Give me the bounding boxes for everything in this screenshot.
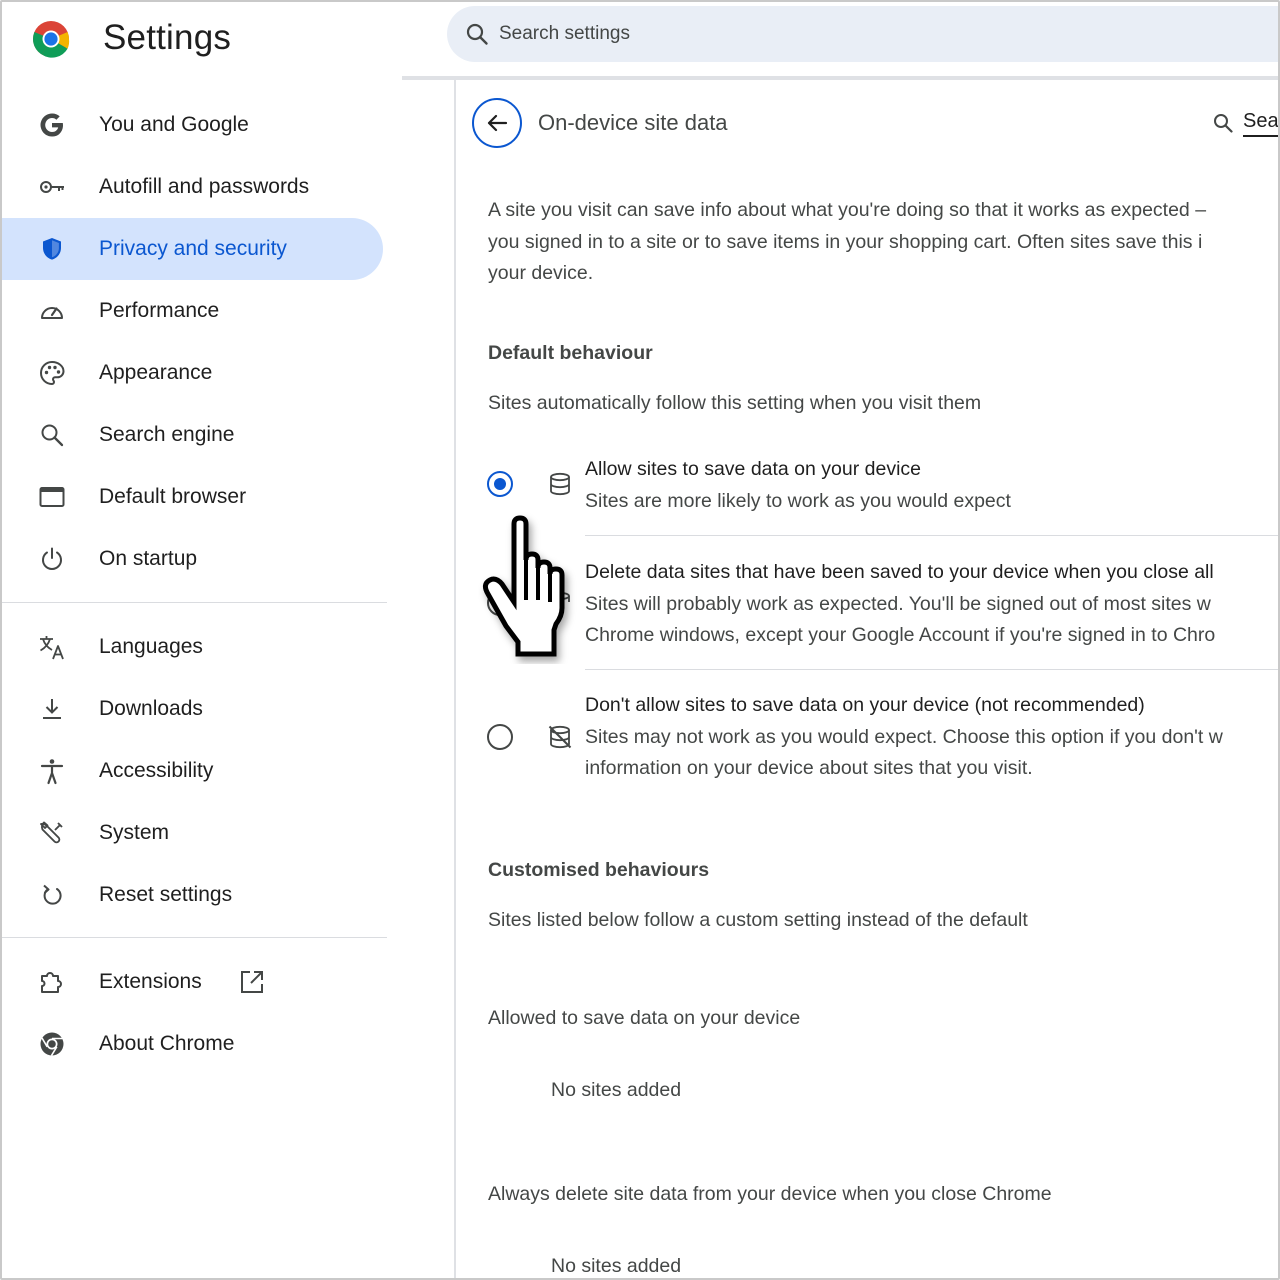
- key-icon: [40, 181, 64, 193]
- sidebar-item-label: About Chrome: [99, 1032, 235, 1055]
- hand-pointer-cursor: [482, 515, 565, 657]
- customised-behaviours-heading: Customised behaviours: [488, 859, 710, 881]
- sidebar-item-label: System: [99, 821, 170, 844]
- sidebar-item-extensions[interactable]: Extensions: [2, 951, 383, 1013]
- sidebar-item-downloads[interactable]: Downloads: [2, 678, 383, 740]
- page-title: On-device site data: [538, 110, 728, 135]
- sidebar-item-label: Autofill and passwords: [99, 175, 310, 198]
- description-line: your device.: [488, 262, 594, 284]
- allowed-empty-state: No sites added: [551, 1079, 682, 1101]
- arrow-back-icon: [487, 114, 508, 132]
- sidebar-item-you-and-google[interactable]: You and Google: [2, 94, 383, 156]
- sidebar-item-on-startup[interactable]: On startup: [2, 528, 383, 590]
- always-delete-empty-state: No sites added: [551, 1255, 682, 1277]
- option-title: Allow sites to save data on your device: [585, 458, 922, 480]
- sidebar-item-languages[interactable]: Languages: [2, 616, 383, 678]
- accessibility-icon: [40, 759, 64, 785]
- sidebar-item-performance[interactable]: Performance: [2, 280, 383, 342]
- sidebar-item-appearance[interactable]: Appearance: [2, 342, 383, 404]
- content-top-shadow: [402, 76, 1280, 80]
- sidebar-item-label: Appearance: [99, 361, 213, 384]
- option-title: Don't allow sites to save data on your d…: [585, 694, 1145, 716]
- option-description: Sites may not work as you would expect. …: [585, 725, 1223, 748]
- puzzle-icon: [41, 972, 62, 993]
- sidebar-item-label: Search engine: [99, 423, 235, 446]
- sidebar-item-search-engine[interactable]: Search engine: [2, 404, 383, 466]
- description-line: A site you visit can save info about wha…: [488, 199, 1207, 221]
- open-in-new-icon[interactable]: [238, 968, 266, 996]
- option-description: Sites will probably work as expected. Yo…: [585, 592, 1211, 615]
- chrome-icon: [40, 1032, 64, 1056]
- customised-behaviours-subtitle: Sites listed below follow a custom setti…: [488, 909, 1028, 931]
- wrench-icon: [40, 821, 63, 844]
- option-separator: [585, 669, 1280, 670]
- page-description: A site you visit can save info about wha…: [488, 195, 1280, 290]
- sidebar-item-label: Privacy and security: [99, 237, 287, 260]
- app-title: Settings: [103, 18, 232, 57]
- radio-block[interactable]: [487, 724, 513, 750]
- page-search-label[interactable]: Sea: [1243, 110, 1280, 136]
- translate-icon: [40, 636, 64, 660]
- allowed-section-title: Allowed to save data on your device: [488, 1007, 801, 1029]
- sidebar-item-accessibility[interactable]: Accessibility: [2, 740, 383, 802]
- sidebar-item-about-chrome[interactable]: About Chrome: [2, 1013, 383, 1075]
- back-button[interactable]: [472, 98, 522, 148]
- sidebar-divider: [2, 937, 387, 938]
- download-icon: [43, 699, 61, 719]
- option-separator: [585, 535, 1280, 536]
- option-description: Chrome windows, except your Google Accou…: [585, 624, 1216, 646]
- search-icon: [466, 23, 488, 45]
- shield-icon: [43, 238, 61, 260]
- sidebar-item-system[interactable]: System: [2, 802, 383, 864]
- content-card-edge: [454, 80, 456, 1280]
- chrome-logo: [32, 21, 70, 58]
- database-icon: [550, 472, 570, 496]
- sidebar-item-autofill[interactable]: Autofill and passwords: [2, 156, 383, 218]
- search-icon: [1214, 114, 1233, 133]
- speedometer-icon: [41, 307, 63, 319]
- option-title: Delete data sites that have been saved t…: [585, 561, 1214, 583]
- power-icon: [42, 547, 62, 570]
- sidebar-item-label: You and Google: [99, 113, 249, 136]
- default-behaviour-heading: Default behaviour: [488, 342, 653, 364]
- sidebar-item-label: Accessibility: [99, 759, 214, 782]
- google-g-icon: [40, 113, 63, 137]
- sidebar-item-privacy-and-security[interactable]: Privacy and security: [2, 218, 383, 280]
- browser-window-icon: [39, 487, 65, 507]
- sidebar-item-default-browser[interactable]: Default browser: [2, 466, 383, 528]
- sidebar-item-label: On startup: [99, 547, 198, 570]
- search-input[interactable]: [499, 20, 899, 48]
- default-behaviour-subtitle: Sites automatically follow this setting …: [488, 392, 982, 414]
- page-search-underline: [1243, 135, 1280, 137]
- radio-allow[interactable]: [487, 471, 513, 497]
- palette-icon: [39, 360, 65, 386]
- sidebar-divider: [2, 602, 387, 603]
- sidebar-item-label: Performance: [99, 299, 220, 322]
- sidebar-item-label: Reset settings: [99, 883, 233, 906]
- search-bar[interactable]: [447, 6, 1280, 62]
- description-line: you signed in to a site or to save items…: [488, 230, 1203, 253]
- always-delete-section-title: Always delete site data from your device…: [488, 1183, 1052, 1205]
- database-off-icon: [548, 725, 572, 749]
- sidebar-item-label: Languages: [99, 635, 203, 658]
- option-description: information on your device about sites t…: [585, 757, 1033, 779]
- sidebar-item-label: Extensions: [99, 970, 202, 993]
- search-icon: [41, 424, 64, 447]
- reset-icon: [43, 884, 62, 905]
- sidebar-item-label: Default browser: [99, 485, 247, 508]
- sidebar-item-reset-settings[interactable]: Reset settings: [2, 864, 383, 926]
- sidebar-item-label: Downloads: [99, 697, 203, 720]
- option-description: Sites are more likely to work as you wou…: [585, 489, 1011, 512]
